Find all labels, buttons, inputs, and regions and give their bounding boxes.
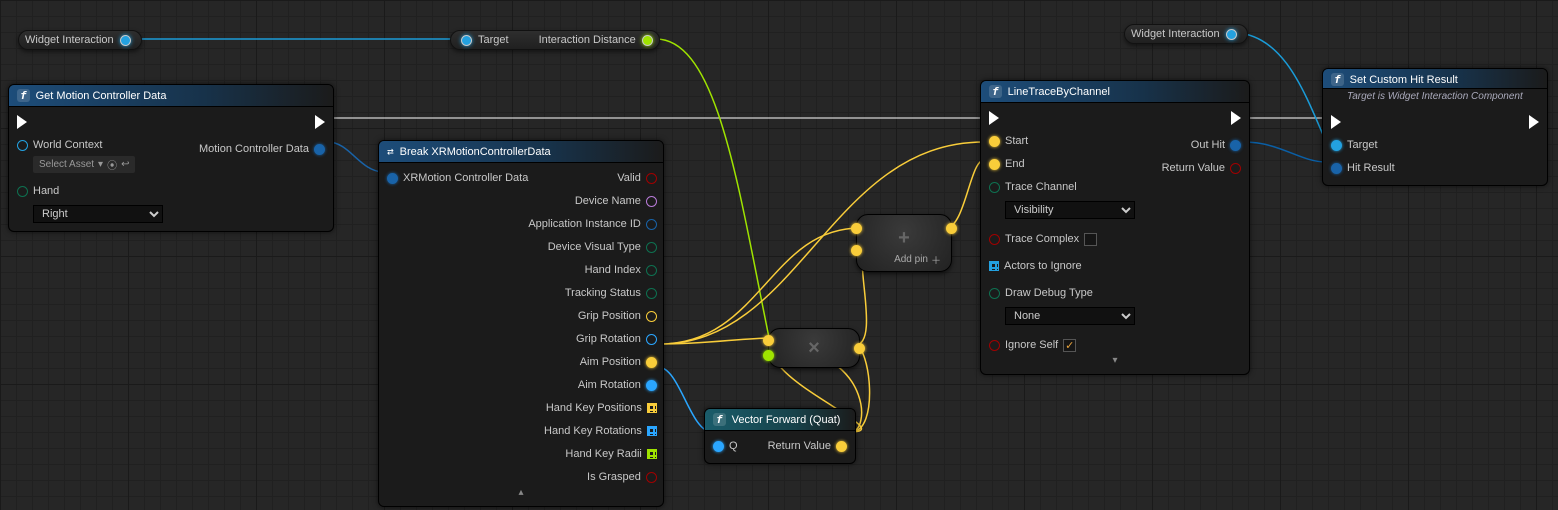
pin-grip-position[interactable]: [646, 311, 657, 322]
trace-channel-select[interactable]: Visibility: [1005, 201, 1135, 219]
pin-device-name[interactable]: [646, 196, 657, 207]
expand-toggle[interactable]: ▾: [981, 354, 1249, 366]
pin-motion-controller-data[interactable]: [314, 144, 325, 155]
pin-q[interactable]: [713, 441, 724, 452]
exec-in-pin[interactable]: [1331, 115, 1341, 129]
pin-hand-key-rotations[interactable]: [647, 426, 657, 436]
pin-device-visual-type[interactable]: [646, 242, 657, 253]
output-pin-distance[interactable]: [642, 35, 653, 46]
expand-toggle[interactable]: ▴: [379, 486, 663, 498]
hand-select[interactable]: Right: [33, 205, 163, 223]
function-icon: f: [713, 413, 726, 426]
pin-trace-complex[interactable]: [989, 234, 1000, 245]
pin-target[interactable]: [1331, 140, 1342, 151]
pin-draw-debug-type[interactable]: [989, 288, 1000, 299]
node-subtitle: Target is Widget Interaction Component: [1323, 89, 1547, 107]
pin-out-hit[interactable]: [1230, 140, 1241, 151]
asset-picker[interactable]: Select Asset▾⦿↩: [33, 156, 135, 173]
pin-mul-out[interactable]: [854, 343, 865, 354]
input-pin-target[interactable]: [461, 35, 472, 46]
pin-start[interactable]: [989, 136, 1000, 147]
node-title: Break XRMotionControllerData: [400, 146, 551, 158]
pin-grip-rotation[interactable]: [646, 334, 657, 345]
pin-hit-result[interactable]: [1331, 163, 1342, 174]
var-widget-interaction-b[interactable]: Widget Interaction: [1124, 24, 1248, 44]
pin-hand-index[interactable]: [646, 265, 657, 276]
node-header[interactable]: f Get Motion Controller Data: [9, 85, 333, 107]
plus-icon: +: [898, 227, 910, 250]
function-icon: f: [17, 89, 30, 102]
node-set-custom-hit-result[interactable]: f Set Custom Hit Result Target is Widget…: [1322, 68, 1548, 186]
var-widget-interaction-a[interactable]: Widget Interaction: [18, 30, 142, 50]
exec-in-pin[interactable]: [17, 115, 27, 129]
break-icon: ⇄: [387, 145, 394, 158]
exec-out-pin[interactable]: [1529, 115, 1539, 129]
node-title: LineTraceByChannel: [1008, 86, 1110, 98]
chip-label: Widget Interaction: [1131, 28, 1220, 40]
node-add[interactable]: + Add pin＋: [856, 214, 952, 272]
node-header[interactable]: f Vector Forward (Quat): [705, 409, 855, 431]
node-multiply[interactable]: ×: [768, 328, 860, 368]
pin-add-a[interactable]: [851, 223, 862, 234]
pin-hand-key-positions[interactable]: [647, 403, 657, 413]
draw-debug-select[interactable]: None: [1005, 307, 1135, 325]
pin-return-value[interactable]: [836, 441, 847, 452]
exec-out-pin[interactable]: [1231, 111, 1241, 125]
node-title: Vector Forward (Quat): [732, 414, 841, 426]
pin-aim-position[interactable]: [646, 357, 657, 368]
exec-in-pin[interactable]: [989, 111, 999, 125]
pin-hand[interactable]: [17, 186, 28, 197]
node-break-xrmotioncontrollerdata[interactable]: ⇄ Break XRMotionControllerData XRMotion …: [378, 140, 664, 507]
pin-hand-key-radii[interactable]: [647, 449, 657, 459]
pin-mul-b[interactable]: [763, 350, 774, 361]
node-get-motion-controller-data[interactable]: f Get Motion Controller Data World Conte…: [8, 84, 334, 232]
pin-in-struct[interactable]: [387, 173, 398, 184]
output-pin[interactable]: [1226, 29, 1237, 40]
pin-end[interactable]: [989, 159, 1000, 170]
multiply-icon: ×: [808, 337, 820, 360]
chip-label: Widget Interaction: [25, 34, 114, 46]
pin-trace-channel[interactable]: [989, 182, 1000, 193]
pin-world-context[interactable]: [17, 140, 28, 151]
pin-tracking-status[interactable]: [646, 288, 657, 299]
node-header[interactable]: f LineTraceByChannel: [981, 81, 1249, 103]
node-header[interactable]: ⇄ Break XRMotionControllerData: [379, 141, 663, 163]
pin-actors-to-ignore[interactable]: [989, 261, 999, 271]
pin-app-id[interactable]: [646, 219, 657, 230]
chip-label-dist: Interaction Distance: [539, 34, 636, 46]
node-vector-forward-quat[interactable]: f Vector Forward (Quat) Q Return Value: [704, 408, 856, 464]
ignore-self-checkbox[interactable]: ✓: [1063, 339, 1076, 352]
add-pin-button[interactable]: Add pin＋: [894, 252, 941, 267]
function-icon: f: [989, 85, 1002, 98]
pin-return-value[interactable]: [1230, 163, 1241, 174]
pin-mul-a[interactable]: [763, 335, 774, 346]
node-title: Set Custom Hit Result: [1350, 74, 1458, 86]
exec-out-pin[interactable]: [315, 115, 325, 129]
pin-add-b[interactable]: [851, 245, 862, 256]
node-line-trace-by-channel[interactable]: f LineTraceByChannel Start End Trace Cha…: [980, 80, 1250, 375]
node-header[interactable]: f Set Custom Hit Result: [1323, 69, 1547, 89]
output-pin[interactable]: [120, 35, 131, 46]
pin-valid[interactable]: [646, 173, 657, 184]
pin-ignore-self[interactable]: [989, 340, 1000, 351]
chip-label-target: Target: [478, 34, 509, 46]
pin-add-out[interactable]: [946, 223, 957, 234]
pin-aim-rotation[interactable]: [646, 380, 657, 391]
trace-complex-checkbox[interactable]: [1084, 233, 1097, 246]
var-target-interaction-distance[interactable]: Target Interaction Distance: [450, 30, 660, 50]
pin-is-grasped[interactable]: [646, 472, 657, 483]
function-icon: f: [1331, 73, 1344, 86]
node-title: Get Motion Controller Data: [36, 90, 167, 102]
